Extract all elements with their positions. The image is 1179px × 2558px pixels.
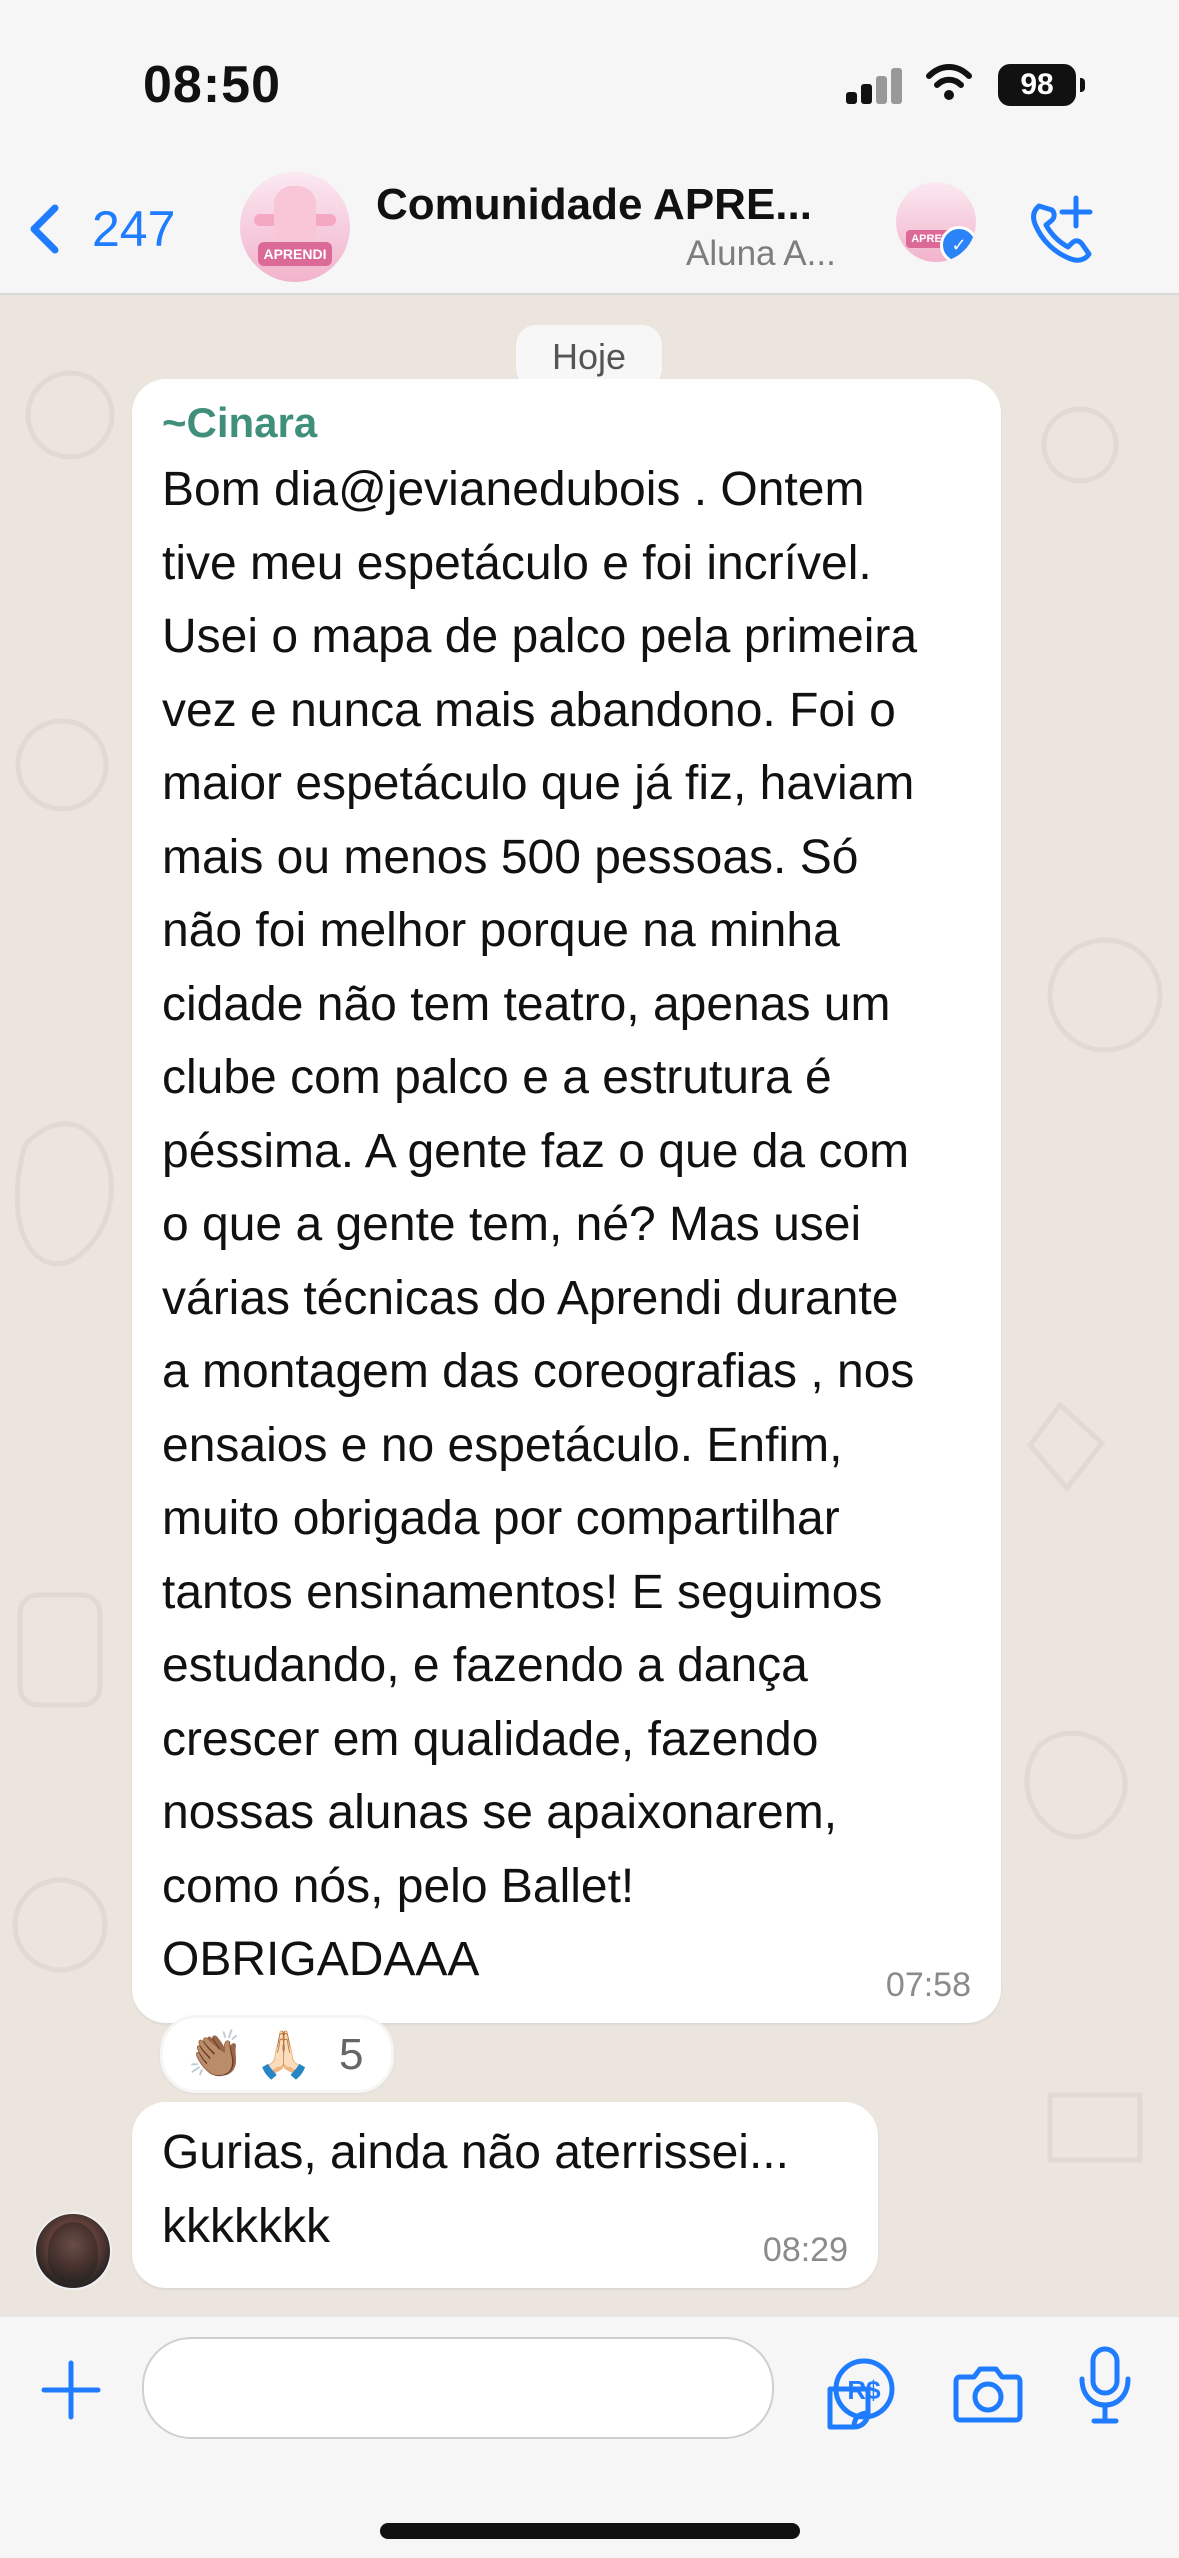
message-text: Bom dia@jevianedubois . Ontem tive meu e… (162, 463, 918, 1986)
verified-icon: ✓ (940, 226, 976, 262)
message-bubble[interactable]: Gurias, ainda não aterrissei... kkkkkkk … (132, 2102, 878, 2288)
message-time: 07:58 (885, 1966, 971, 2004)
chat-title[interactable]: Comunidade APRE... (376, 180, 866, 230)
pix-cash-icon[interactable]: R$ (830, 2355, 898, 2423)
group-avatar[interactable]: APRENDI (240, 172, 350, 282)
chat-subtitle: Aluna A... (686, 234, 836, 273)
back-chevron-icon (30, 204, 59, 254)
avatar-dancer (274, 186, 316, 244)
message-input[interactable] (142, 2337, 871, 2439)
message-time: 08:29 (762, 2231, 848, 2269)
wifi-icon (926, 64, 972, 100)
svg-text:R$: R$ (847, 2375, 881, 2405)
add-call-icon[interactable] (1022, 190, 1102, 270)
battery-indicator: 98 (998, 64, 1085, 106)
folded-hands-emoji: 🙏🏻 (255, 2028, 313, 2080)
community-avatar[interactable]: APRENDI ✓ (896, 182, 976, 262)
chat-area[interactable]: Hoje ~Cinara Bom dia@jevianedubois . Ont… (0, 295, 1179, 2315)
back-button[interactable]: 247 (22, 198, 222, 260)
plus-icon[interactable] (36, 2355, 106, 2425)
clapping-hands-emoji: 👏🏽 (187, 2028, 245, 2080)
unread-count: 247 (92, 201, 176, 257)
message-bubble[interactable]: ~Cinara Bom dia@jevianedubois . Ontem ti… (132, 379, 1001, 2023)
message-text: Gurias, ainda não aterrissei... kkkkkkk (162, 2126, 789, 2253)
microphone-icon[interactable] (1070, 2343, 1140, 2427)
status-bar: 08:50 98 (0, 0, 1179, 160)
avatar-logo: APRENDI (258, 242, 332, 266)
message-composer: R$ (0, 2315, 1179, 2558)
sender-avatar[interactable] (34, 2212, 112, 2290)
message-reactions[interactable]: 👏🏽 🙏🏻 5 (160, 2015, 394, 2093)
status-time: 08:50 (143, 56, 281, 114)
camera-icon[interactable] (950, 2359, 1026, 2425)
home-indicator[interactable] (380, 2523, 800, 2539)
cellular-signal-icon (846, 66, 906, 104)
reaction-count: 5 (339, 2030, 364, 2079)
chat-header: 247 APRENDI Comunidade APRE... Aluna A..… (0, 160, 1179, 295)
sender-name[interactable]: ~Cinara (162, 399, 317, 447)
